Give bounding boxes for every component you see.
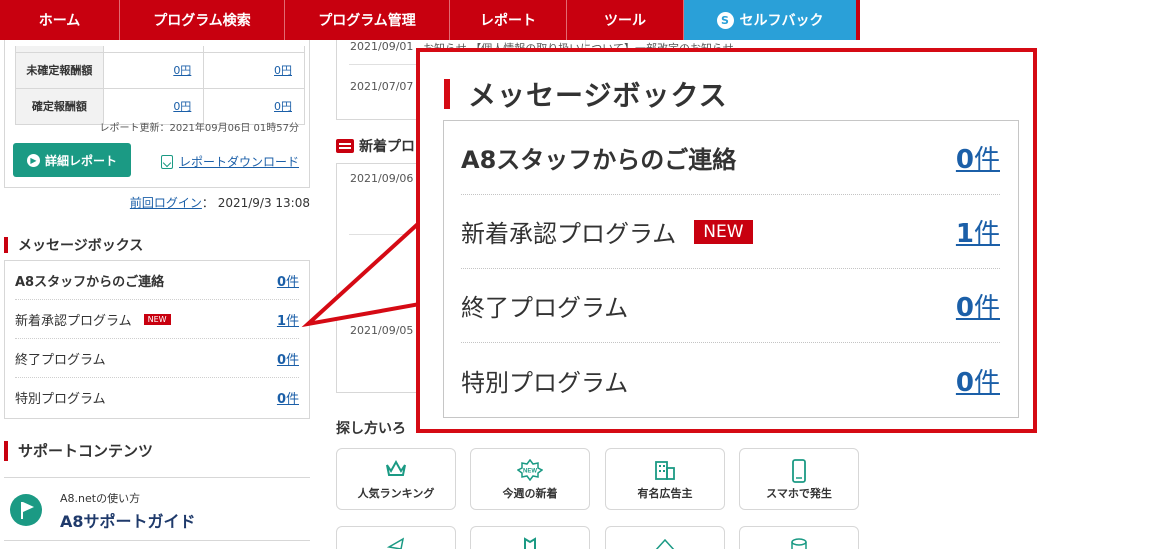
list-item: 新着承認プログラム NEW 1件: [461, 195, 1000, 269]
flag-icon: [10, 494, 42, 526]
message-label: 特別プログラム: [15, 392, 106, 407]
tile-label: 今週の新着: [502, 487, 558, 500]
callout-label: 終了プログラム: [461, 294, 629, 322]
news-date: 2021/07/07: [350, 80, 414, 93]
callout-label: 新着承認プログラム: [461, 220, 677, 248]
new-badge: NEW: [143, 313, 171, 325]
confirmed-reward-link-2[interactable]: 0円: [274, 100, 292, 113]
ended-program-count-link[interactable]: 0件: [277, 349, 299, 368]
nav-selfback-label: セルフバック: [739, 13, 824, 29]
nav-selfback[interactable]: S セルフバック: [684, 0, 860, 40]
message-label: A8スタッフからのご連絡: [15, 274, 165, 290]
detail-report-label: 詳細レポート: [44, 153, 117, 168]
list-item: A8スタッフからのご連絡 0件: [461, 121, 1000, 195]
crown-icon: [386, 459, 406, 476]
smartphone-tile[interactable]: スマホで発生: [739, 448, 859, 510]
tile-row2-1[interactable]: [336, 526, 456, 549]
callout-special-count-link[interactable]: 0件: [956, 362, 1000, 399]
new-programs-title: 新着プロ: [336, 136, 415, 156]
reward-table: 未確定報酬額 0円 0円 確定報酬額 0円 0円: [15, 46, 305, 125]
message-box-zoom-callout: メッセージボックス A8スタッフからのご連絡 0件 新着承認プログラム NEW 1…: [416, 48, 1037, 433]
smartphone-icon: [792, 459, 806, 483]
table-row: 未確定報酬額 0円 0円: [15, 51, 305, 89]
message-box: A8スタッフからのご連絡 0件 新着承認プログラム NEW 1件 終了プログラム …: [4, 260, 310, 419]
new-badge: NEW: [694, 219, 753, 244]
callout-ended-count-link[interactable]: 0件: [956, 287, 1000, 324]
callout-staff-count-link[interactable]: 0件: [956, 139, 1000, 176]
ranking-tile[interactable]: 人気ランキング: [336, 448, 456, 510]
new-programs-title-text: 新着プロ: [359, 139, 415, 155]
last-login: 前回ログイン： 2021/9/3 13:08: [130, 194, 310, 211]
last-login-value: ： 2021/9/3 13:08: [201, 196, 310, 210]
list-item: 特別プログラム 0件: [15, 378, 299, 417]
callout-label: A8スタッフからのご連絡: [461, 146, 737, 174]
top-nav: ホーム プログラム検索 プログラム管理 レポート ツール S セルフバック: [0, 0, 864, 40]
nav-tools[interactable]: ツール: [567, 0, 684, 40]
callout-title: メッセージボックス: [444, 74, 728, 114]
message-box-title: メッセージボックス: [4, 235, 143, 255]
list-item: A8スタッフからのご連絡 0件: [15, 261, 299, 300]
nav-program-management[interactable]: プログラム管理: [285, 0, 450, 40]
callout-new-approved-count-link[interactable]: 1件: [956, 213, 1000, 250]
report-download-label: レポートダウンロード: [179, 155, 300, 169]
callout-label: 特別プログラム: [461, 368, 629, 397]
building-icon: [655, 461, 675, 480]
megaphone-icon: [386, 537, 405, 549]
callout-title-text: メッセージボックス: [468, 79, 728, 112]
list-item: 終了プログラム 0件: [15, 339, 299, 378]
tile-label: 有名広告主: [637, 487, 693, 500]
list-item: 特別プログラム 0件: [461, 343, 1000, 417]
left-column: 未確定報酬額 0円 0円 確定報酬額 0円 0円 レポート更新：2021年09月…: [0, 40, 316, 549]
detail-report-button[interactable]: ▶ 詳細レポート: [13, 143, 131, 177]
support-guide-sub: A8.netの使い方: [60, 492, 141, 505]
tile-label: 人気ランキング: [357, 487, 435, 500]
staff-message-count-link[interactable]: 0件: [277, 271, 299, 290]
news-date: 2021/09/05: [350, 324, 414, 337]
selfback-icon: S: [716, 11, 734, 29]
search-methods-title: 探し方いろ: [336, 421, 406, 437]
message-box-title-text: メッセージボックス: [18, 238, 144, 254]
tile-row2-3[interactable]: [605, 526, 725, 549]
tile-label: スマホで発生: [766, 487, 832, 500]
nav-home[interactable]: ホーム: [0, 0, 120, 40]
report-download-link[interactable]: レポートダウンロード: [161, 153, 299, 170]
support-title-text: サポートコンテンツ: [18, 442, 154, 460]
download-icon: [161, 154, 173, 169]
confirmed-reward-link-1[interactable]: 0円: [173, 100, 191, 113]
row-label: 未確定報酬額: [15, 51, 104, 89]
chevron-right-icon: ▶: [26, 153, 40, 167]
tile-row2-4[interactable]: [739, 526, 859, 549]
famous-advertiser-tile[interactable]: 有名広告主: [605, 448, 725, 510]
news-icon: [336, 139, 354, 153]
special-program-count-link[interactable]: 0件: [277, 388, 299, 407]
report-summary: 未確定報酬額 0円 0円 確定報酬額 0円 0円 レポート更新：2021年09月…: [4, 40, 310, 188]
support-contents-title: サポートコンテンツ: [4, 440, 153, 461]
row-label: 確定報酬額: [15, 87, 104, 125]
news-date: 2021/09/06: [350, 172, 414, 185]
pending-reward-link-2[interactable]: 0円: [274, 64, 292, 77]
news-date: 2021/09/01: [350, 40, 414, 53]
pending-reward-link-1[interactable]: 0円: [173, 64, 191, 77]
tent-icon: [655, 538, 675, 549]
support-guide-link[interactable]: A8.netの使い方 A8サポートガイド: [4, 477, 310, 541]
new-badge-icon: NEW: [517, 459, 543, 481]
message-label: 新着承認プログラム: [15, 313, 132, 329]
svg-text:NEW: NEW: [523, 469, 537, 475]
new-approved-count-link[interactable]: 1件: [277, 310, 299, 329]
list-item: 終了プログラム 0件: [461, 269, 1000, 343]
nav-report[interactable]: レポート: [450, 0, 567, 40]
callout-message-box: A8スタッフからのご連絡 0件 新着承認プログラム NEW 1件 終了プログラム …: [443, 120, 1019, 418]
coins-icon: [791, 538, 807, 549]
book-icon: [524, 537, 536, 549]
list-item: 新着承認プログラム NEW 1件: [15, 300, 299, 339]
last-login-link[interactable]: 前回ログイン: [130, 196, 202, 210]
nav-program-search[interactable]: プログラム検索: [120, 0, 285, 40]
report-updated-time: レポート更新：2021年09月06日 01時57分: [99, 123, 299, 134]
weekly-new-tile[interactable]: NEW 今週の新着: [470, 448, 590, 510]
tile-row2-2[interactable]: [470, 526, 590, 549]
support-guide-title: A8サポートガイド: [60, 512, 196, 531]
message-label: 終了プログラム: [15, 352, 106, 368]
